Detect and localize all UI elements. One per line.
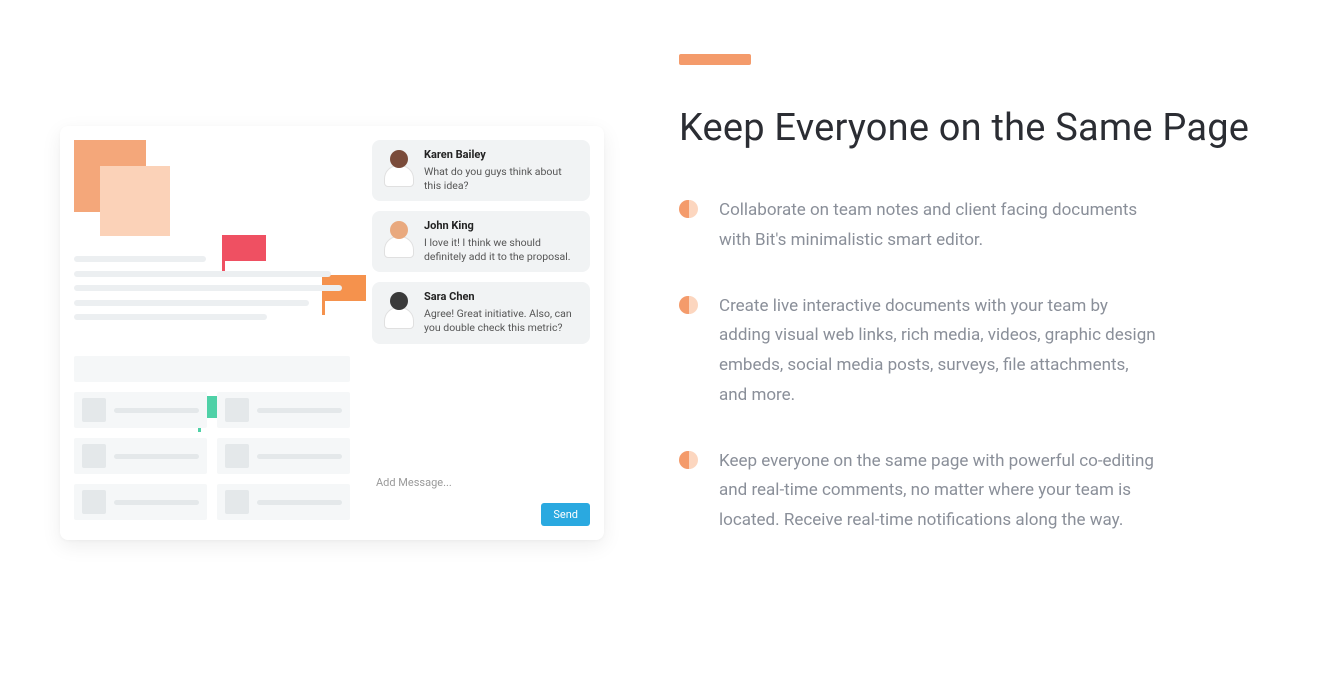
avatar: [382, 290, 416, 330]
content-block: [74, 356, 350, 382]
avatar: [382, 219, 416, 259]
benefit-text: Create live interactive documents with y…: [719, 292, 1159, 411]
benefit-item: Collaborate on team notes and client fac…: [679, 196, 1253, 256]
accent-bar: [679, 54, 751, 65]
chat-panel: Karen Bailey What do you guys think abou…: [372, 140, 590, 526]
chat-message-text: I love it! I think we should definitely …: [424, 236, 580, 264]
chat-message-text: What do you guys think about this idea?: [424, 165, 580, 193]
bullet-icon: [679, 296, 697, 314]
bullet-icon: [679, 451, 697, 469]
send-button[interactable]: Send: [541, 503, 590, 526]
section-title: Keep Everyone on the Same Page: [679, 101, 1253, 156]
chat-message: Sara Chen Agree! Great initiative. Also,…: [372, 282, 590, 343]
benefits-list: Collaborate on team notes and client fac…: [679, 196, 1253, 536]
chat-input[interactable]: Add Message...: [372, 470, 590, 495]
benefit-item: Create live interactive documents with y…: [679, 292, 1253, 411]
benefit-text: Collaborate on team notes and client fac…: [719, 196, 1159, 256]
document-preview: [74, 140, 360, 526]
collaboration-mockup: Karen Bailey What do you guys think abou…: [60, 126, 604, 540]
text-lines: [74, 256, 350, 329]
benefit-text: Keep everyone on the same page with powe…: [719, 447, 1159, 536]
chat-input-area: Add Message... Send: [372, 470, 590, 526]
image-block-overlay: [100, 166, 170, 236]
bullet-icon: [679, 200, 697, 218]
chat-message-name: Sara Chen: [424, 290, 580, 305]
content-column: Keep Everyone on the Same Page Collabora…: [679, 40, 1253, 572]
chat-message-name: Karen Bailey: [424, 148, 580, 163]
content-grid: [74, 392, 350, 520]
chat-message: John King I love it! I think we should d…: [372, 211, 590, 272]
chat-message-text: Agree! Great initiative. Also, can you d…: [424, 307, 580, 335]
avatar: [382, 148, 416, 188]
chat-message: Karen Bailey What do you guys think abou…: [372, 140, 590, 201]
benefit-item: Keep everyone on the same page with powe…: [679, 447, 1253, 536]
chat-message-name: John King: [424, 219, 580, 234]
